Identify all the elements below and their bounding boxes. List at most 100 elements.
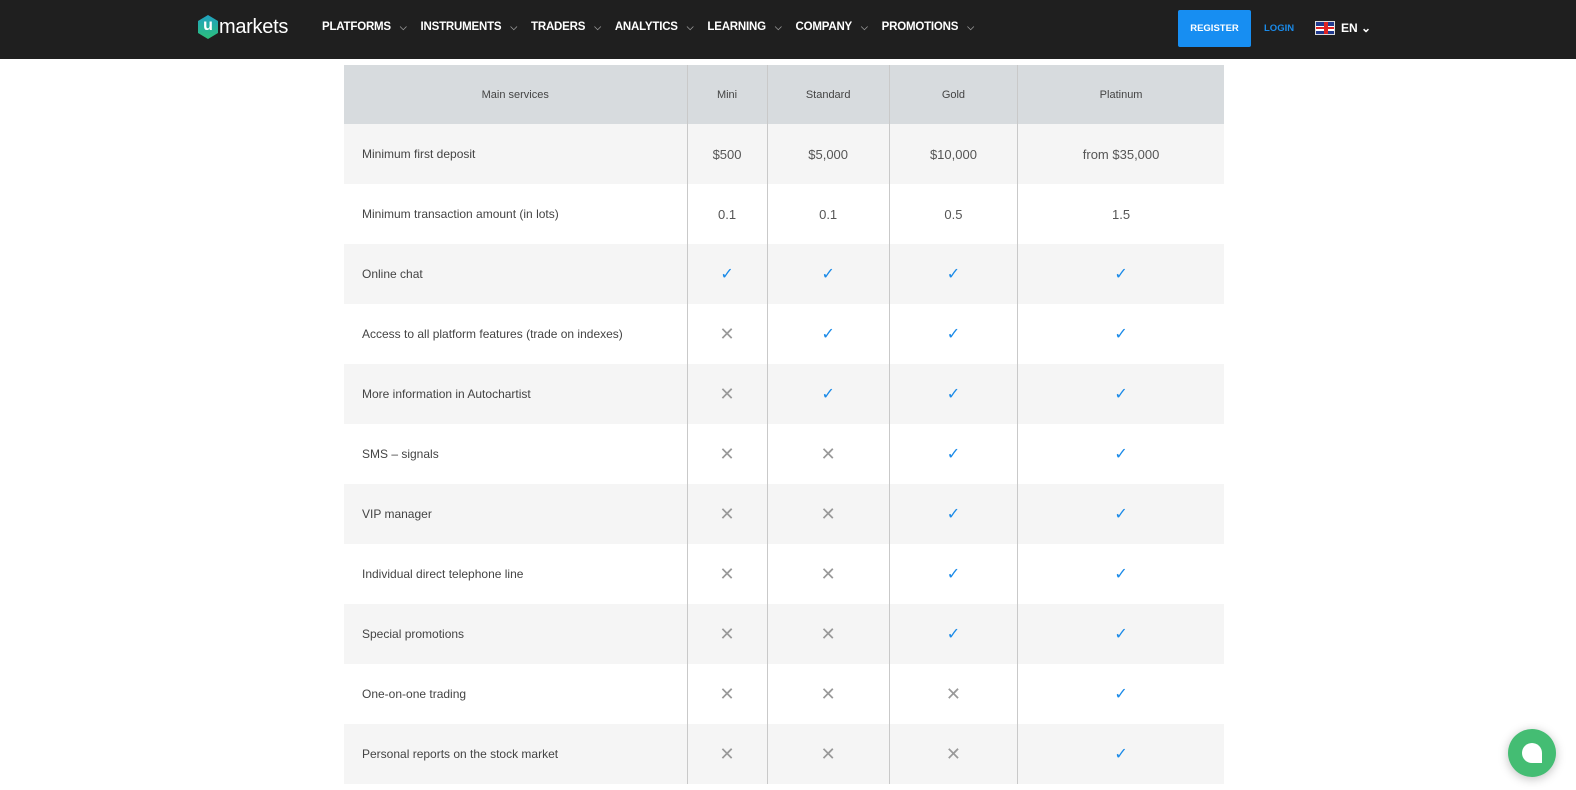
- chevron-down-icon: ⌵: [594, 22, 601, 33]
- check-icon: ✓: [720, 266, 733, 283]
- nav-label: COMPANY: [796, 21, 853, 33]
- table-row: Access to all platform features (trade o…: [344, 304, 1224, 364]
- table-cell: $5,000: [767, 124, 889, 184]
- table-cell: ✕: [767, 424, 889, 484]
- nav-item[interactable]: LEARNING ⌵: [707, 21, 781, 33]
- row-label: Personal reports on the stock market: [344, 724, 687, 784]
- table-cell: from $35,000: [1018, 124, 1224, 184]
- table-cell: ✕: [687, 544, 767, 604]
- table-row: SMS – signals ✕ ✕ ✓ ✓: [344, 424, 1224, 484]
- table-cell: ✕: [889, 724, 1017, 784]
- check-icon: ✓: [1114, 626, 1127, 643]
- row-label: VIP manager: [344, 484, 687, 544]
- chevron-down-icon: ⌵: [775, 22, 782, 33]
- table-cell: ✕: [767, 604, 889, 664]
- cross-icon: ✕: [719, 684, 734, 704]
- nav-item[interactable]: PLATFORMS⌵: [322, 21, 407, 33]
- table-cell: 0.1: [687, 184, 767, 244]
- cross-icon: ✕: [719, 384, 734, 404]
- account-comparison-table: Main servicesMiniStandardGoldPlatinum Mi…: [344, 65, 1224, 784]
- table-row: VIP manager ✕ ✕ ✓ ✓: [344, 484, 1224, 544]
- check-icon: ✓: [1114, 386, 1127, 403]
- table-cell: ✓: [1018, 304, 1224, 364]
- row-label: Access to all platform features (trade o…: [344, 304, 687, 364]
- table-cell: ✓: [1018, 604, 1224, 664]
- cross-icon: ✕: [719, 624, 734, 644]
- check-icon: ✓: [947, 626, 960, 643]
- check-icon: ✓: [821, 386, 834, 403]
- table-cell: ✓: [1018, 484, 1224, 544]
- logo-mark: u: [198, 15, 218, 39]
- nav-item[interactable]: TRADERS ⌵: [531, 21, 601, 33]
- check-icon: ✓: [947, 446, 960, 463]
- language-label: EN: [1341, 21, 1358, 35]
- table-cell: 1.5: [1018, 184, 1224, 244]
- nav-item[interactable]: PROMOTIONS⌵: [882, 21, 974, 33]
- table-cell: 0.1: [767, 184, 889, 244]
- table-cell: ✓: [1018, 544, 1224, 604]
- nav-item[interactable]: INSTRUMENTS⌵: [421, 21, 517, 33]
- table-cell: ✓: [767, 244, 889, 304]
- table-row: Special promotions✕✕✓✓: [344, 604, 1224, 664]
- row-label: SMS – signals: [344, 424, 687, 484]
- column-header: Mini: [687, 65, 767, 124]
- cross-icon: ✕: [821, 444, 836, 464]
- row-label: Online chat: [344, 244, 687, 304]
- cross-icon: ✕: [946, 684, 961, 704]
- check-icon: ✓: [1114, 326, 1127, 343]
- nav-item[interactable]: COMPANY⌵: [796, 21, 868, 33]
- table-cell: ✕: [889, 664, 1017, 724]
- cross-icon: ✕: [821, 504, 836, 524]
- table-cell: ✓: [1018, 424, 1224, 484]
- chat-button[interactable]: [1508, 729, 1556, 777]
- table-cell: ✓: [889, 244, 1017, 304]
- nav-label: PLATFORMS: [322, 21, 391, 33]
- nav-label: LEARNING: [707, 21, 765, 33]
- column-header: Standard: [767, 65, 889, 124]
- table-row: Minimum first deposit$500$5,000$10,000fr…: [344, 124, 1224, 184]
- row-label: More information in Autochartist: [344, 364, 687, 424]
- cross-icon: ✕: [821, 744, 836, 764]
- cross-icon: ✕: [719, 744, 734, 764]
- check-icon: ✓: [1114, 446, 1127, 463]
- nav-label: ANALYTICS: [615, 21, 678, 33]
- login-link[interactable]: LOGIN: [1264, 23, 1294, 34]
- main-nav: PLATFORMS⌵INSTRUMENTS⌵TRADERS⌵ANALYTICS⌵…: [322, 21, 988, 33]
- table-row: More information in Autochartist✕✓✓✓: [344, 364, 1224, 424]
- table-cell: ✕: [687, 724, 767, 784]
- row-label: Minimum transaction amount (in lots): [344, 184, 687, 244]
- cross-icon: ✕: [719, 444, 734, 464]
- table-cell: ✓: [1018, 364, 1224, 424]
- check-icon: ✓: [1114, 506, 1127, 523]
- column-header: Platinum: [1018, 65, 1224, 124]
- check-icon: ✓: [821, 326, 834, 343]
- table-cell: ✕: [767, 544, 889, 604]
- cross-icon: ✕: [719, 324, 734, 344]
- table-row: Minimum transaction amount (in lots)0.10…: [344, 184, 1224, 244]
- logo[interactable]: u markets: [198, 15, 288, 39]
- table-cell: ✓: [767, 304, 889, 364]
- chevron-down-icon: ⌵: [687, 22, 694, 33]
- table-cell: ✕: [767, 484, 889, 544]
- table-row: Personal reports on the stock market ✕ ✕ ✕ ✓: [344, 724, 1224, 784]
- row-label: One-on-one trading: [344, 664, 687, 724]
- check-icon: ✓: [1114, 266, 1127, 283]
- check-icon: ✓: [947, 506, 960, 523]
- uk-flag-icon[interactable]: [1315, 21, 1335, 35]
- register-button[interactable]: REGISTER: [1178, 10, 1251, 47]
- table-cell: ✓: [687, 244, 767, 304]
- cross-icon: ✕: [821, 684, 836, 704]
- check-icon: ✓: [821, 266, 834, 283]
- table-row: Individual direct telephone line✕✕✓✓: [344, 544, 1224, 604]
- table-cell: ✓: [889, 484, 1017, 544]
- check-icon: ✓: [947, 566, 960, 583]
- nav-label: TRADERS: [531, 21, 585, 33]
- check-icon: ✓: [1114, 746, 1127, 763]
- logo-text: markets: [219, 16, 288, 39]
- cross-icon: ✕: [719, 504, 734, 524]
- nav-label: PROMOTIONS: [882, 21, 959, 33]
- nav-item[interactable]: ANALYTICS ⌵: [615, 21, 694, 33]
- table-cell: ✕: [687, 364, 767, 424]
- language-selector[interactable]: EN ⌄: [1341, 21, 1371, 35]
- table-cell: ✓: [889, 604, 1017, 664]
